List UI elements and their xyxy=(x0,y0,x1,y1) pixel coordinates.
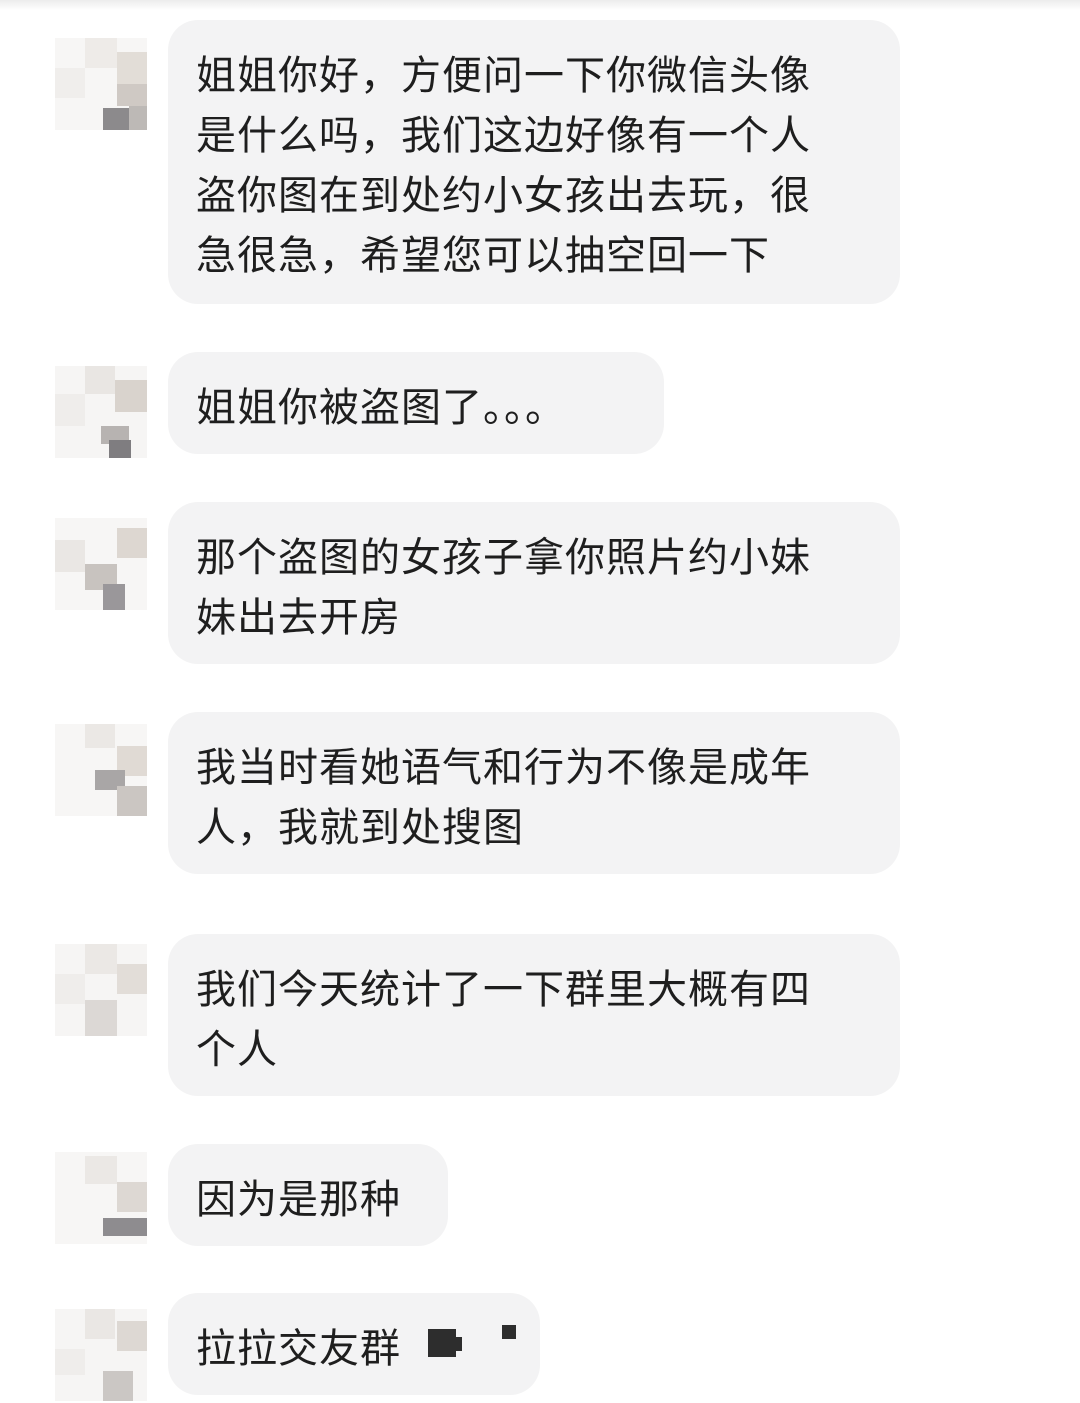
avatar[interactable] xyxy=(55,944,147,1036)
message-text-line: 个人 xyxy=(196,1027,278,1073)
message-bubble[interactable]: 那个盗图的女孩子拿你照片约小妹 妹出去开房 xyxy=(168,502,900,664)
message-text-line: 那个盗图的女孩子拿你照片约小妹 xyxy=(196,535,811,581)
message-text-line: 我当时看她语气和行为不像是成年 xyxy=(196,745,811,791)
message-text-line: 盗你图在到处约小女孩出去玩，很 xyxy=(196,173,811,219)
message-text-line: 妹出去开房 xyxy=(196,595,401,641)
message-bubble[interactable]: 因为是那种 xyxy=(168,1144,448,1246)
message-bubble[interactable]: 姐姐你好，方便问一下你微信头像 是什么吗，我们这边好像有一个人 盗你图在到处约小… xyxy=(168,20,900,304)
avatar[interactable] xyxy=(55,366,147,458)
message-text-line: 姐姐你被盗图了。。。 xyxy=(196,385,566,431)
message-bubble[interactable]: 姐姐你被盗图了。。。 xyxy=(168,352,664,454)
redaction-mark xyxy=(448,1337,462,1351)
avatar[interactable] xyxy=(55,518,147,610)
message-text-line: 是什么吗，我们这边好像有一个人 xyxy=(196,113,811,159)
message-bubble[interactable]: 我当时看她语气和行为不像是成年 人，我就到处搜图 xyxy=(168,712,900,874)
top-edge-shadow xyxy=(0,0,1080,10)
avatar[interactable] xyxy=(55,1152,147,1244)
redaction-mark xyxy=(502,1325,516,1339)
message-bubble[interactable]: 我们今天统计了一下群里大概有四 个人 xyxy=(168,934,900,1096)
message-text-line: 人，我就到处搜图 xyxy=(196,805,524,851)
message-text-line: 我们今天统计了一下群里大概有四 xyxy=(196,967,811,1013)
avatar[interactable] xyxy=(55,38,147,130)
message-text-line: 因为是那种 xyxy=(196,1177,401,1223)
message-bubble[interactable]: 拉拉交友群 xyxy=(168,1293,540,1395)
avatar[interactable] xyxy=(55,724,147,816)
message-text-line: 姐姐你好，方便问一下你微信头像 xyxy=(196,53,811,99)
message-text-line: 拉拉交友群 xyxy=(196,1326,401,1372)
avatar[interactable] xyxy=(55,1309,147,1401)
message-text-line: 急很急，希望您可以抽空回一下 xyxy=(196,233,770,279)
